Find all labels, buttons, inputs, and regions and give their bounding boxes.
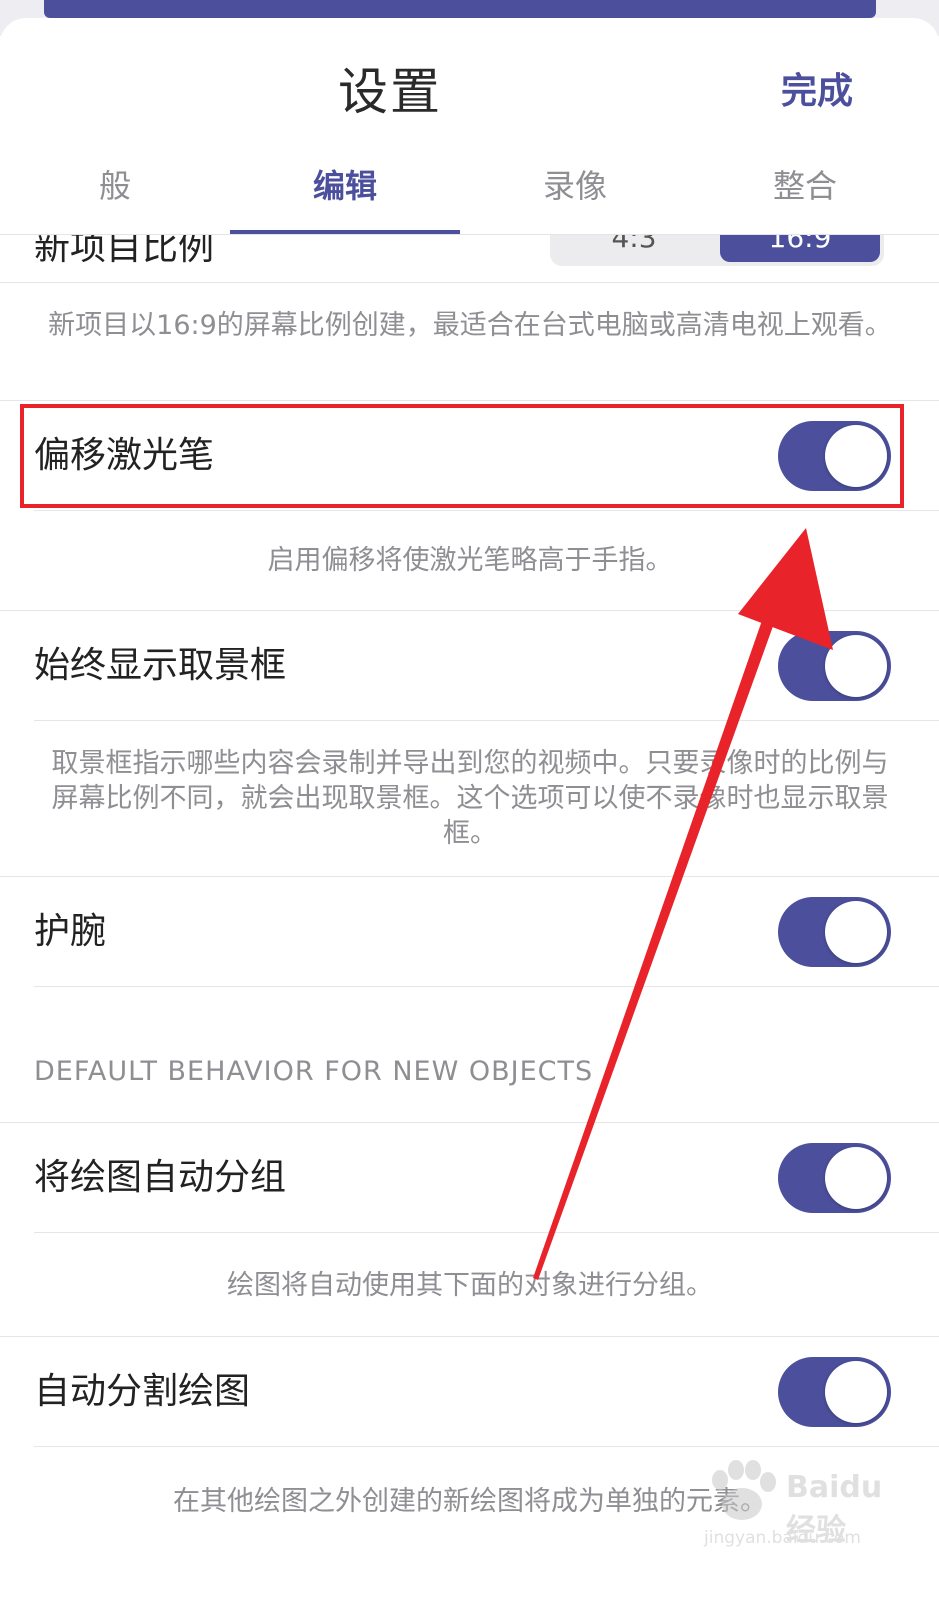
settings-sheet: 新项目比例 4:3 16:9 新项目以16:9的屏幕比例创建，最适合在台式电脑或… [0,18,939,1600]
divider [34,720,939,721]
tab-general[interactable]: 般 [0,148,230,234]
setting-label: 自动分割绘图 [34,1371,251,1412]
setting-row-always-show-frame: 始终显示取景框 [0,612,939,720]
settings-content: 新项目比例 4:3 16:9 新项目以16:9的屏幕比例创建，最适合在台式电脑或… [0,18,939,1600]
tab-integration[interactable]: 整合 [690,148,920,234]
tab-recording[interactable]: 录像 [460,148,690,234]
setting-row-auto-group: 将绘图自动分组 [0,1124,939,1232]
group-description: 绘图将自动使用其下面的对象进行分组。 [227,1270,713,1301]
auto-group-toggle[interactable] [778,1143,891,1213]
divider [34,510,939,511]
toggle-knob [825,901,887,963]
divider [34,986,939,987]
page-title: 设置 [338,63,442,121]
toggle-knob [825,1361,887,1423]
divider [0,282,939,283]
divider [0,610,939,611]
auto-split-toggle[interactable] [778,1357,891,1427]
section-header: DEFAULT BEHAVIOR FOR NEW OBJECTS [34,1056,594,1087]
toggle-knob [825,1147,887,1209]
watermark-url: jingyan.baidu.com [704,1528,861,1548]
paw-icon [712,1460,776,1520]
divider [0,400,939,401]
divider [0,1336,939,1337]
tab-edit[interactable]: 编辑 [230,148,460,234]
toggle-knob [825,635,887,697]
frame-description: 取景框指示哪些内容会录制并导出到您的视频中。只要录像时的比例与屏幕比例不同，就会… [51,748,889,849]
setting-row-wrist-guard: 护腕 [0,878,939,986]
baidu-watermark: Baidu 经验 jingyan.baidu.com [698,1448,898,1558]
aspect-description: 新项目以16:9的屏幕比例创建，最适合在台式电脑或高清电视上观看。 [48,310,892,341]
setting-label: 始终显示取景框 [34,645,287,686]
setting-row-auto-split: 自动分割绘图 [0,1338,939,1446]
divider [0,876,939,877]
setting-label: 护腕 [34,911,107,952]
wrist-guard-toggle[interactable] [778,897,891,967]
highlight-box [20,404,904,508]
setting-label: 将绘图自动分组 [34,1157,287,1198]
divider [34,1232,939,1233]
background-app-bar [44,0,876,18]
done-button[interactable]: 完成 [781,62,853,114]
nav-bar: 设置 完成 [0,18,939,148]
always-show-frame-toggle[interactable] [778,631,891,701]
offset-description: 启用偏移将使激光笔略高于手指。 [267,545,673,576]
divider [34,1446,939,1447]
divider [0,1122,939,1123]
tab-bar: 般 编辑 录像 整合 [0,148,939,235]
